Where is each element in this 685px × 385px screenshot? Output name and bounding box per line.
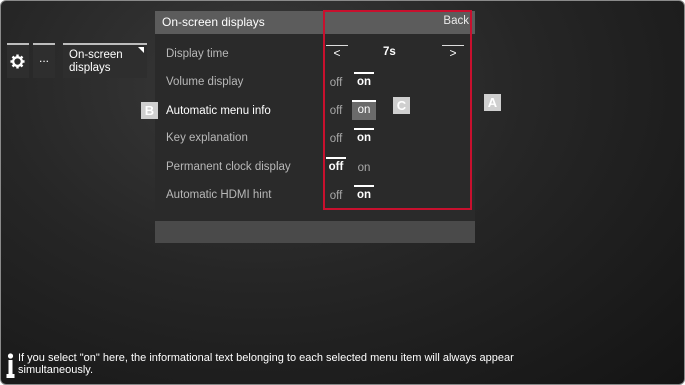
volume-display-label: Volume display xyxy=(166,76,244,88)
callout-b: B xyxy=(141,102,158,119)
osd-crumb[interactable]: On-screen displays xyxy=(63,43,147,78)
corner-marker-icon xyxy=(138,47,144,53)
callout-a: A xyxy=(484,94,501,111)
osd-crumb-label-1: On-screen xyxy=(69,49,123,61)
info-text-line-1: If you select "on" here, the information… xyxy=(18,352,514,364)
osd-crumb-label-2: displays xyxy=(69,62,111,74)
info-icon xyxy=(6,353,15,378)
permanent-clock-label: Permanent clock display xyxy=(166,161,291,173)
key-explanation-label: Key explanation xyxy=(166,132,248,144)
menu-footer xyxy=(155,221,475,243)
automatic-menu-info-label: Automatic menu info xyxy=(166,105,271,117)
menu-title: On-screen displays xyxy=(162,15,265,29)
more-crumb[interactable]: ... xyxy=(33,43,55,78)
more-crumb-label: ... xyxy=(38,51,49,65)
callout-c: C xyxy=(393,97,410,114)
settings-crumb[interactable] xyxy=(7,43,29,78)
gear-icon xyxy=(10,54,25,69)
display-time-label: Display time xyxy=(166,48,229,60)
info-text: If you select "on" here, the information… xyxy=(18,352,638,376)
tv-screen: ... On-screen displays On-screen display… xyxy=(0,0,685,385)
automatic-hdmi-hint-label: Automatic HDMI hint xyxy=(166,189,272,201)
info-text-line-2: simultaneously. xyxy=(18,364,93,376)
